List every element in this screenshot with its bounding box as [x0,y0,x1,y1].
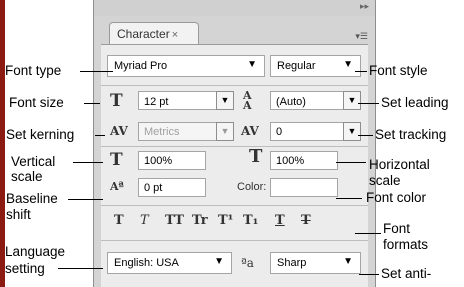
anti-alias-dropdown[interactable]: Sharp ▼ [270,252,361,274]
font-size-value: 12 pt [144,96,169,108]
chevron-down-icon: ▼ [343,59,353,70]
kerning-field[interactable]: Metrics [138,122,217,141]
baseline-shift-value: 0 pt [144,182,163,194]
callout-font-size: Font size [9,95,64,110]
callout-font-style: Font style [369,63,428,78]
callout-language-line2: setting [5,261,45,276]
callout-set-leading: Set leading [381,95,449,110]
leader-line [336,198,362,199]
divider [101,240,368,241]
kerning-dropdown-button[interactable]: ▼ [216,122,234,141]
panel-menu-icon[interactable]: ▾☰ [355,31,368,42]
horizontal-scale-value: 100% [276,155,305,167]
horizontal-scale-field[interactable]: 100% [270,151,338,170]
leader-line [58,268,103,269]
strikethrough-icon[interactable]: T [301,213,311,228]
leader-line [359,274,379,275]
vertical-scale-value: 100% [144,155,173,167]
horizontal-scale-icon: T [249,146,263,167]
leader-line [73,162,103,163]
collapse-panel-icon[interactable]: ▸▸ [360,1,369,12]
tab-label: Character [117,27,170,41]
small-caps-icon[interactable]: Tr [192,213,208,228]
tracking-icon: AV [241,124,259,138]
baseline-shift-icon: Aª [110,180,124,193]
character-panel: ▸▸ Character × ▾☰ Myriad Pro ▼ Regular ▼ … [93,0,376,287]
panel-body: Myriad Pro ▼ Regular ▼ T 12 pt ▼ AA (Aut… [101,44,368,287]
leader-line [358,103,379,104]
callout-baseline-shift-line1: Baseline [6,191,58,206]
leading-dropdown-button[interactable]: ▼ [343,91,361,110]
callout-font-color: Font color [366,190,427,205]
leader-line [80,71,113,72]
chevron-down-icon: ▼ [214,256,224,267]
anti-alias-icon: ªa [241,256,254,270]
leading-value: (Auto) [276,96,306,108]
callout-font-formats-line1: Font [383,221,411,236]
leader-line [336,162,366,163]
font-size-dropdown-button[interactable]: ▼ [216,91,234,110]
callout-horizontal-scale-line1: Horizontal [369,157,430,172]
divider [101,146,368,147]
all-caps-icon[interactable]: TT [165,213,184,228]
chevron-down-icon: ▼ [247,59,257,70]
kerning-value: Metrics [144,126,180,138]
callout-baseline-shift-line2: shift [6,207,31,222]
leading-field[interactable]: (Auto) [270,91,344,110]
faux-bold-icon[interactable]: T [114,213,124,228]
font-size-icon: T [110,91,123,111]
font-style-value: Regular [277,60,316,72]
callout-font-formats-line2: formats [383,237,429,252]
subscript-icon[interactable]: T₁ [243,213,258,228]
callout-language-line1: Language [5,244,66,259]
tracking-value: 0 [276,126,283,138]
font-size-field[interactable]: 12 pt [138,91,217,110]
font-color-swatch[interactable] [270,178,338,197]
panel-title-bar: ▸▸ [94,0,375,16]
callout-vertical-scale-line2: scale [11,169,43,184]
leader-line [84,103,100,104]
language-dropdown[interactable]: English: USA ▼ [107,252,232,274]
chevron-down-icon: ▼ [343,256,353,267]
callout-horizontal-scale-line2: scale [369,173,401,188]
leader-line [95,135,105,136]
font-family-dropdown[interactable]: Myriad Pro ▼ [107,55,265,77]
baseline-shift-field[interactable]: 0 pt [138,178,206,197]
callout-set-kerning: Set kerning [6,127,75,142]
callout-vertical-scale-line1: Vertical [11,154,56,169]
kerning-icon: AV [110,124,128,138]
tab-close-icon[interactable]: × [172,29,178,41]
vertical-scale-field[interactable]: 100% [138,151,206,170]
callout-font-type: Font type [5,63,62,78]
leader-line [355,233,381,234]
leader-line [358,135,373,136]
color-label: Color: [237,181,267,193]
divider [101,85,368,86]
tab-character[interactable]: Character × [109,22,199,44]
anti-alias-value: Sharp [277,257,307,269]
callout-set-tracking: Set tracking [375,127,447,142]
language-value: English: USA [114,257,179,269]
font-family-value: Myriad Pro [114,60,168,72]
divider [101,205,368,206]
tracking-dropdown-button[interactable]: ▼ [343,122,361,141]
vertical-scale-icon: T [110,150,123,170]
leader-line [355,71,367,72]
callout-set-anti-alias: Set anti- [381,266,432,281]
tracking-field[interactable]: 0 [270,122,344,141]
superscript-icon[interactable]: T¹ [218,213,233,228]
leading-icon: AA [243,89,252,112]
leader-line [68,199,103,200]
faux-italic-icon[interactable]: T [140,213,149,228]
underline-icon[interactable]: T [275,213,285,228]
font-style-dropdown[interactable]: Regular ▼ [270,55,361,77]
